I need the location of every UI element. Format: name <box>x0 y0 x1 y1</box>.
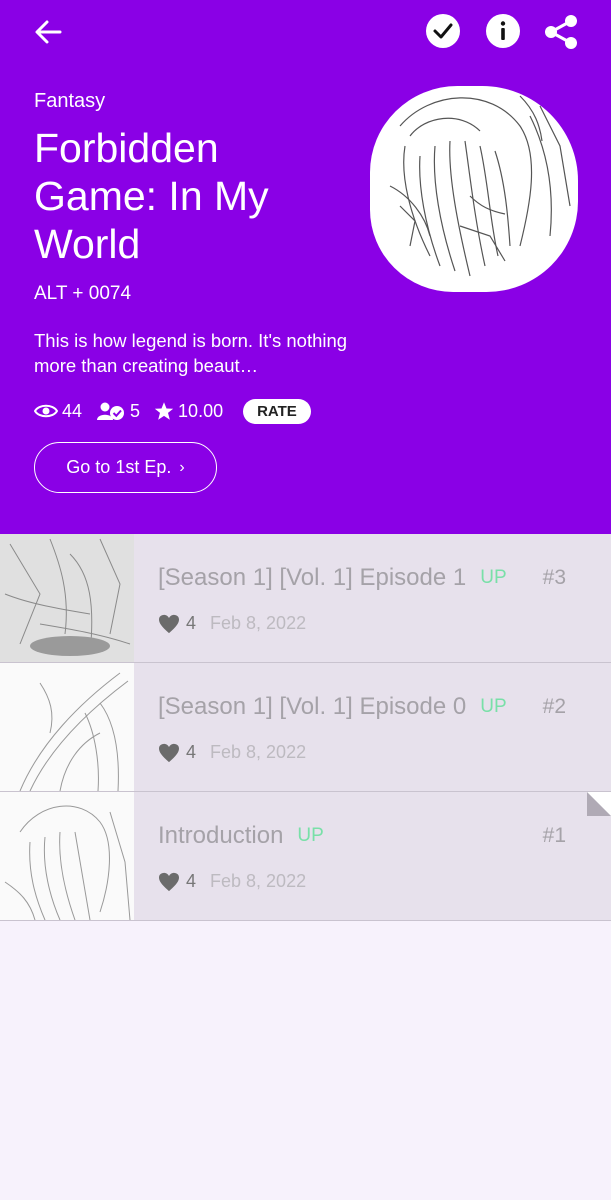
author-name[interactable]: ALT + 0074 <box>34 283 131 305</box>
rating-value: 10.00 <box>178 400 224 421</box>
like-count: 4 <box>186 613 197 633</box>
share-icon <box>545 15 577 49</box>
up-badge: UP <box>297 825 324 846</box>
folded-corner-icon <box>587 792 611 816</box>
series-title: Forbidden Game: In My World <box>34 125 269 267</box>
episode-number: #2 <box>542 695 566 718</box>
info-button[interactable] <box>484 12 522 50</box>
back-arrow-icon <box>35 20 62 44</box>
subscribers-count: 5 <box>130 400 141 421</box>
up-badge: UP <box>480 567 507 588</box>
episode-title: [Season 1] [Vol. 1] Episode 1 UP <box>158 564 507 592</box>
share-button[interactable] <box>542 12 580 52</box>
series-stats: 44 5 10.00 RATE <box>34 397 311 425</box>
episode-thumbnail <box>0 663 134 791</box>
rating-stat: 10.00 <box>154 401 223 422</box>
like-count: 4 <box>186 742 197 762</box>
episode-title-text: [Season 1] [Vol. 1] Episode 1 <box>158 564 467 591</box>
subscribers-stat: 5 <box>96 401 140 422</box>
genre-label: Fantasy <box>34 90 106 112</box>
eye-icon <box>34 404 58 418</box>
heart-icon <box>159 872 179 891</box>
episode-date: Feb 8, 2022 <box>210 871 307 891</box>
episode-meta: 4 Feb 8, 2022 <box>158 742 306 763</box>
episode-meta: 4 Feb 8, 2022 <box>158 613 306 634</box>
episode-title: [Season 1] [Vol. 1] Episode 0 UP <box>158 693 507 721</box>
subscriber-icon <box>97 402 125 420</box>
checkmark-icon <box>426 14 460 48</box>
episode-row[interactable]: [Season 1] [Vol. 1] Episode 0 UP #2 4 Feb… <box>0 663 611 792</box>
info-icon <box>486 14 520 48</box>
episode-title-text: [Season 1] [Vol. 1] Episode 0 <box>158 693 467 720</box>
like-count: 4 <box>186 871 197 891</box>
episode-thumbnail <box>0 792 134 920</box>
episode-date: Feb 8, 2022 <box>210 742 307 762</box>
views-count: 44 <box>62 400 83 421</box>
subscribe-button[interactable] <box>424 12 462 50</box>
heart-icon <box>159 743 179 762</box>
episode-row[interactable]: Introduction UP #1 4 Feb 8, 2022 <box>0 792 611 921</box>
episode-date: Feb 8, 2022 <box>210 613 307 633</box>
episode-number: #1 <box>542 824 566 847</box>
episode-number: #3 <box>542 566 566 589</box>
episode-meta: 4 Feb 8, 2022 <box>158 871 306 892</box>
series-header: Fantasy Forbidden Game: In My World ALT … <box>0 0 611 534</box>
up-badge: UP <box>480 696 507 717</box>
star-icon <box>154 402 174 420</box>
series-description[interactable]: This is how legend is born. It's nothing… <box>34 328 364 378</box>
episode-row[interactable]: [Season 1] [Vol. 1] Episode 1 UP #3 4 Feb… <box>0 534 611 663</box>
chevron-right-icon: › <box>179 458 185 476</box>
first-episode-label: Go to 1st Ep. <box>66 457 172 477</box>
go-to-first-episode-button[interactable]: Go to 1st Ep. › <box>34 442 217 493</box>
episode-thumbnail <box>0 534 134 662</box>
episode-title-text: Introduction <box>158 822 284 849</box>
back-button[interactable] <box>26 12 70 52</box>
series-cover-image <box>370 86 578 292</box>
rate-button[interactable]: RATE <box>243 398 311 424</box>
heart-icon <box>159 614 179 633</box>
views-stat: 44 <box>34 401 82 422</box>
episode-title: Introduction UP <box>158 822 324 850</box>
episode-list: [Season 1] [Vol. 1] Episode 1 UP #3 4 Feb… <box>0 534 611 921</box>
